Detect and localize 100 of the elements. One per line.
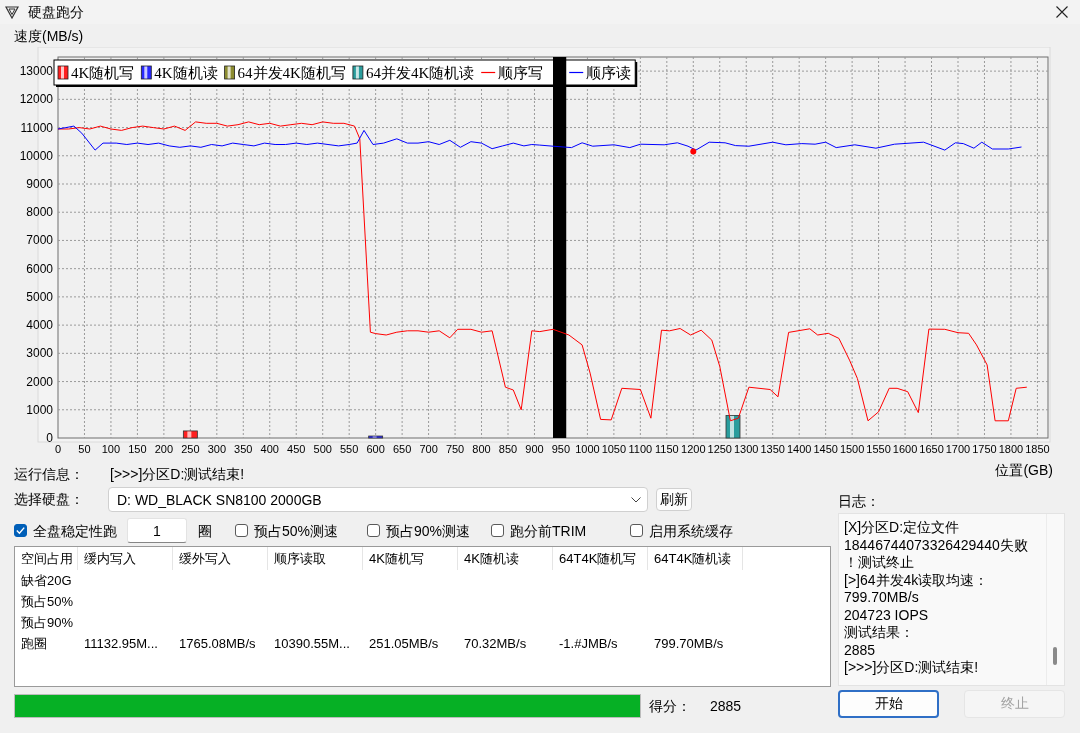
axis-tick-label: 600 bbox=[366, 443, 385, 455]
table-cell-text: 70.32MB/s bbox=[463, 635, 528, 653]
axis-tick-label: 5000 bbox=[26, 289, 53, 304]
axis-tick-label: 1750 bbox=[972, 443, 997, 455]
axis-tick-label: 850 bbox=[498, 443, 518, 455]
axis-tick-label: 1250 bbox=[707, 443, 732, 455]
window-title: 硬盘跑分 bbox=[28, 4, 84, 20]
axis-tick-label: 7000 bbox=[26, 233, 53, 248]
score-label: 得分： bbox=[649, 698, 691, 714]
triangle-icon bbox=[5, 5, 19, 19]
log-line: ！测试终止 bbox=[844, 554, 914, 572]
column-header[interactable]: 64T4K随机写 bbox=[553, 547, 648, 570]
refresh-button[interactable]: 刷新 bbox=[656, 488, 692, 511]
checkbox-label[interactable]: 跑分前TRIM bbox=[510, 522, 587, 539]
axis-tick-label: 10000 bbox=[19, 148, 53, 163]
axis-tick-label: 8000 bbox=[26, 205, 53, 220]
axis-tick-label: 1150 bbox=[655, 443, 679, 455]
close-icon bbox=[1056, 6, 1068, 18]
close-button[interactable] bbox=[1056, 6, 1068, 18]
column-header[interactable]: 4K随机写 bbox=[363, 547, 458, 570]
table-cell-text: 11132.95M... bbox=[83, 635, 159, 653]
axis-tick-label: 9000 bbox=[26, 177, 53, 191]
axis-tick-label: 400 bbox=[260, 443, 279, 455]
log-line: [>]64并发4k读取均速： bbox=[844, 571, 989, 589]
axis-tick-label: 1650 bbox=[919, 443, 944, 455]
axis-tick-label: 350 bbox=[234, 443, 253, 455]
scrollbar-thumb[interactable] bbox=[1053, 647, 1057, 665]
column-header[interactable]: 空间占用 bbox=[15, 547, 78, 570]
axis-tick-label: 550 bbox=[340, 443, 359, 455]
column-header[interactable]: 64T4K随机读 bbox=[648, 547, 743, 570]
checkbox[interactable] bbox=[367, 524, 380, 537]
axis-tick-label: 11000 bbox=[20, 120, 53, 135]
axis-tick-label: 1300 bbox=[734, 443, 759, 455]
log-line: [X]分区D:定位文件 bbox=[844, 519, 960, 537]
laps-input[interactable]: 1 bbox=[127, 518, 187, 543]
log-line: [>>>]分区D:测试结束! bbox=[844, 659, 979, 677]
axis-title: 位置(GB) bbox=[995, 462, 1053, 478]
checkbox-label[interactable]: 预占50%测速 bbox=[254, 522, 339, 539]
checkbox[interactable] bbox=[630, 524, 643, 537]
axis-tick-label: 100 bbox=[101, 443, 121, 455]
axis-tick-label: 1100 bbox=[628, 443, 653, 455]
axis-tick-label: 1500 bbox=[839, 443, 865, 455]
axis-tick-label: 1050 bbox=[601, 443, 627, 455]
axis-title: 速度(MB/s) bbox=[14, 28, 84, 44]
axis-tick-label: 0 bbox=[54, 443, 62, 455]
field-label: 日志： bbox=[838, 493, 880, 509]
line-swatch-icon bbox=[568, 71, 584, 74]
axis-tick-label: 1700 bbox=[945, 443, 971, 455]
checkmark-icon bbox=[16, 526, 25, 535]
legend-label: 顺序读 bbox=[586, 65, 632, 81]
axis-tick-label: 1450 bbox=[813, 443, 838, 455]
axis-tick-label: 3000 bbox=[26, 346, 53, 361]
checkbox[interactable] bbox=[235, 524, 248, 537]
axis-tick-label: 950 bbox=[551, 443, 571, 455]
log-line: 799.70MB/s bbox=[844, 589, 919, 607]
checkbox-label[interactable]: 启用系统缓存 bbox=[649, 522, 733, 539]
legend-label: 64并发4K随机写 bbox=[237, 65, 346, 81]
legend-label: 4K随机读 bbox=[154, 65, 218, 81]
axis-tick-label: 1200 bbox=[681, 443, 706, 455]
score-value: 2885 bbox=[710, 698, 742, 714]
chart-bar bbox=[182, 430, 198, 439]
axis-tick-label: 650 bbox=[392, 443, 412, 455]
axis-tick-label: 750 bbox=[445, 443, 465, 455]
checkbox-label[interactable]: 预占90%测速 bbox=[386, 522, 471, 539]
chevron-down-icon bbox=[631, 496, 641, 503]
axis-tick-label: 1350 bbox=[760, 443, 785, 455]
axis-tick-label: 300 bbox=[207, 443, 226, 455]
axis-tick-label: 1800 bbox=[998, 443, 1024, 455]
disk-dropdown[interactable]: D: WD_BLACK SN8100 2000GB bbox=[108, 487, 648, 512]
axis-tick-label: 250 bbox=[181, 443, 200, 455]
table-cell-text: 预占90% bbox=[20, 614, 75, 632]
axis-tick-label: 1600 bbox=[892, 443, 918, 455]
log-line: 204723 IOPS bbox=[844, 606, 929, 624]
axis-tick-label: 13000 bbox=[19, 64, 53, 79]
axis-tick-label: 700 bbox=[419, 443, 438, 455]
checkbox[interactable] bbox=[491, 524, 504, 537]
table-cell-text: 1765.08MB/s bbox=[178, 635, 257, 653]
action-button[interactable]: 开始 bbox=[838, 690, 939, 718]
column-header[interactable]: 缓内写入 bbox=[78, 547, 173, 570]
line-swatch-icon bbox=[480, 71, 496, 74]
log-line: 2885 bbox=[844, 641, 876, 659]
axis-tick-label: 6000 bbox=[26, 261, 53, 276]
table-cell-text: 预占50% bbox=[20, 593, 75, 611]
table-cell-text: 251.05MB/s bbox=[368, 635, 440, 653]
checkbox[interactable] bbox=[14, 524, 27, 537]
axis-tick-label: 200 bbox=[154, 443, 174, 455]
column-header[interactable]: 顺序读取 bbox=[268, 547, 363, 570]
unit-label: 圈 bbox=[198, 522, 212, 539]
axis-tick-label: 500 bbox=[313, 443, 332, 455]
column-header[interactable]: 缓外写入 bbox=[173, 547, 268, 570]
checkbox-label[interactable]: 全盘稳定性跑 bbox=[33, 522, 117, 539]
axis-tick-label: 800 bbox=[472, 443, 491, 455]
legend-label: 64并发4K随机读 bbox=[365, 65, 475, 81]
status-text: [>>>]分区D:测试结束! bbox=[110, 466, 245, 482]
table-cell-text: 缺省20G bbox=[20, 572, 73, 590]
column-header[interactable]: 4K随机读 bbox=[458, 547, 553, 570]
field-label: 运行信息： bbox=[14, 466, 84, 482]
axis-tick-label: 900 bbox=[525, 443, 544, 455]
axis-tick-label: 4000 bbox=[26, 318, 53, 333]
axis-tick-label: 1000 bbox=[26, 402, 53, 417]
